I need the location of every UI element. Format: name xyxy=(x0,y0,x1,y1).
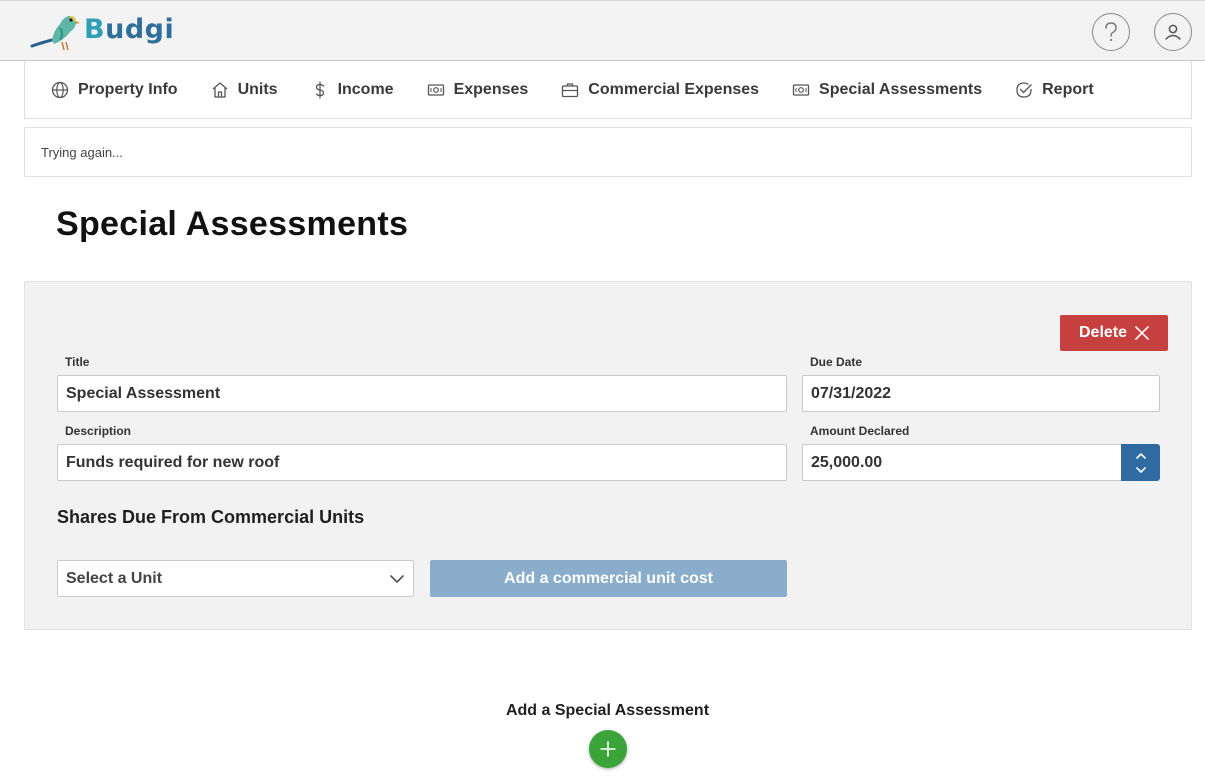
amount-label: Amount Declared xyxy=(810,424,910,438)
chevron-up-icon[interactable] xyxy=(1135,449,1147,463)
nav-item-units[interactable]: Units xyxy=(211,81,278,99)
question-icon xyxy=(1105,22,1117,42)
bird-logo-icon xyxy=(30,16,80,51)
user-icon xyxy=(1165,24,1181,40)
nav-label: Report xyxy=(1042,80,1094,98)
chevron-down-icon[interactable] xyxy=(1135,463,1147,477)
nav-label: Income xyxy=(337,80,394,98)
logo-letter-b: B xyxy=(84,13,106,45)
home-icon xyxy=(212,81,227,98)
nav-item-income[interactable]: Income xyxy=(311,81,394,99)
chevron-down-icon xyxy=(390,574,404,583)
nav-label: Expenses xyxy=(453,80,529,98)
account-button[interactable] xyxy=(1154,13,1192,51)
banknote-icon xyxy=(427,83,444,96)
dollar-icon xyxy=(315,80,324,99)
nav-label: Commercial Expenses xyxy=(588,80,760,98)
check-circle-icon xyxy=(1016,81,1032,98)
nav-item-special-assessments[interactable]: Special Assessments xyxy=(792,81,982,99)
description-input[interactable]: Funds required for new roof xyxy=(57,444,787,481)
banknote-icon xyxy=(792,83,810,96)
due-date-input[interactable]: 07/31/2022 xyxy=(802,375,1160,412)
close-icon xyxy=(1135,326,1149,340)
title-label: Title xyxy=(65,355,90,369)
main-nav: Property Info Units Income Expenses Comm… xyxy=(24,61,1192,119)
add-special-assessment-button[interactable] xyxy=(589,730,627,768)
nav-item-property-info[interactable]: Property Info xyxy=(51,81,178,99)
delete-button[interactable]: Delete xyxy=(1060,315,1168,351)
description-label: Description xyxy=(65,424,132,438)
briefcase-icon xyxy=(562,82,579,97)
amount-stepper[interactable] xyxy=(1121,444,1160,481)
status-alert: Trying again... xyxy=(24,127,1192,177)
page-title: Special Assessments xyxy=(56,205,409,243)
logo-text: Budgi xyxy=(84,14,174,45)
nav-label: Property Info xyxy=(78,80,178,98)
top-bar: Budgi xyxy=(0,0,1205,61)
amount-input[interactable]: 25,000.00 xyxy=(802,444,1122,481)
title-input[interactable]: Special Assessment xyxy=(57,375,787,412)
unit-select[interactable]: Select a Unit xyxy=(57,560,414,597)
delete-label: Delete xyxy=(1078,324,1128,341)
nav-label: Units xyxy=(237,80,278,98)
nav-item-report[interactable]: Report xyxy=(1015,81,1094,99)
unit-select-value: Select a Unit xyxy=(66,569,163,587)
shares-section-title: Shares Due From Commercial Units xyxy=(57,507,365,527)
budgi-logo[interactable]: Budgi xyxy=(30,6,174,52)
add-commercial-unit-cost-button[interactable]: Add a commercial unit cost xyxy=(430,560,787,597)
plus-icon xyxy=(600,741,616,757)
help-button[interactable] xyxy=(1092,13,1130,51)
nav-item-expenses[interactable]: Expenses xyxy=(427,80,529,99)
globe-icon xyxy=(51,81,69,98)
special-assessment-card: Delete Title Special Assessment Due Date… xyxy=(24,281,1192,630)
nav-item-commercial-expenses[interactable]: Commercial Expenses xyxy=(561,81,759,99)
logo-letters: udgi xyxy=(105,13,175,45)
add-special-assessment-label: Add a Special Assessment xyxy=(505,702,710,719)
nav-label: Special Assessments xyxy=(819,80,983,98)
due-date-label: Due Date xyxy=(810,355,863,369)
